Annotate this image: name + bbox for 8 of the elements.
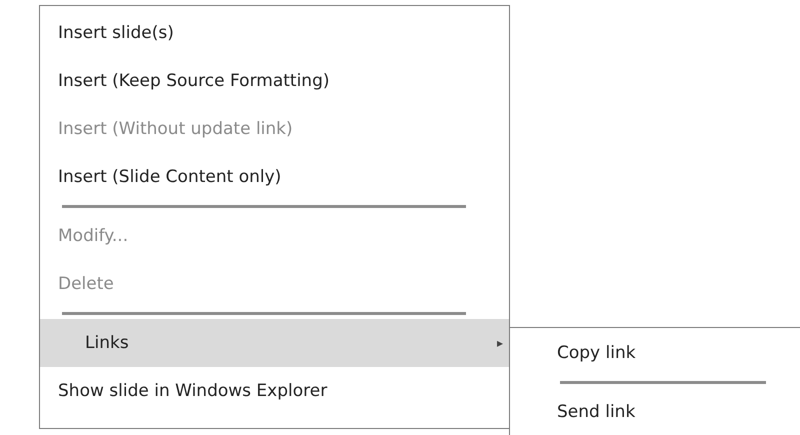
menu-item[interactable]: Copy link xyxy=(510,329,800,377)
menu-item[interactable]: Insert (Slide Content only) xyxy=(40,153,509,201)
menu-item[interactable]: Insert slide(s) xyxy=(40,9,509,57)
menu-item[interactable]: Send link xyxy=(510,388,800,435)
menu-item[interactable]: Show slide in Windows Explorer xyxy=(40,367,509,415)
menu-item[interactable]: Links ▸ xyxy=(40,319,509,367)
menu-item[interactable]: Insert (Keep Source Formatting) xyxy=(40,57,509,105)
submenu-arrow-icon: ▸ xyxy=(496,336,503,350)
